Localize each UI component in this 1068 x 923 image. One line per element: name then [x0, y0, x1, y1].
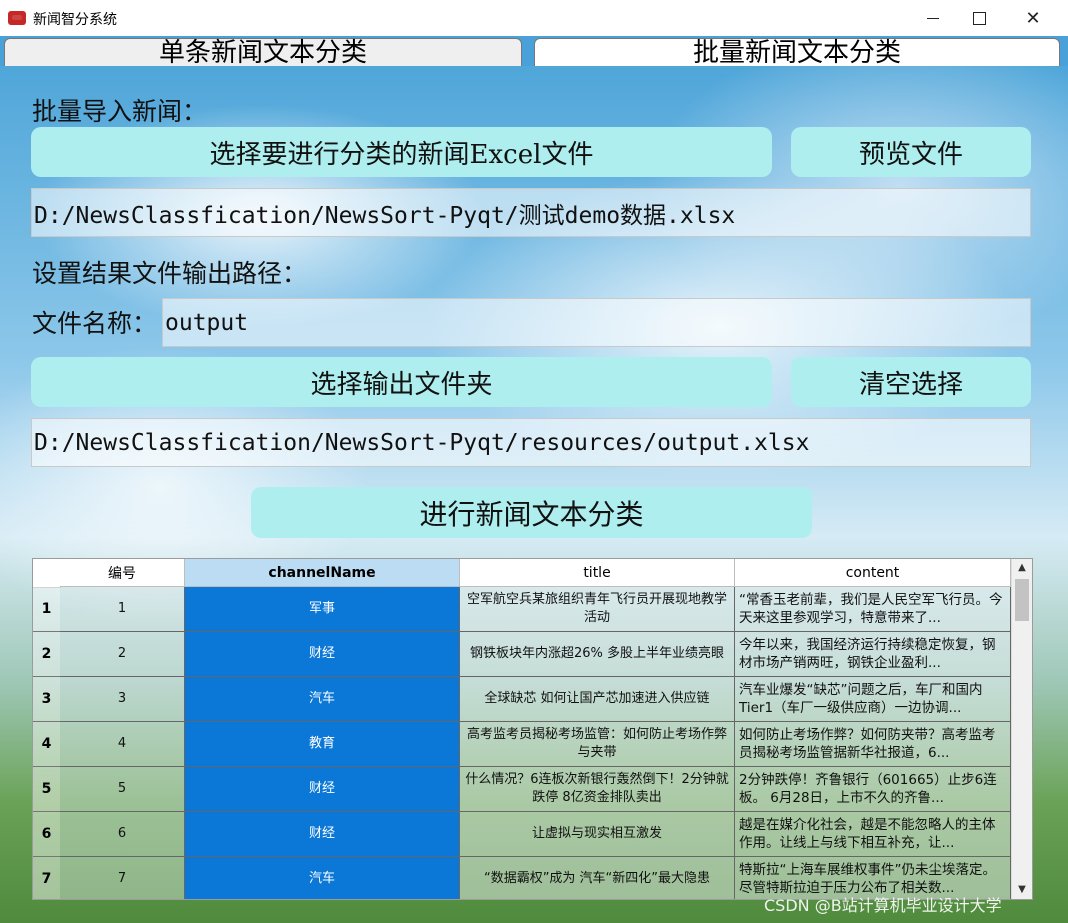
- cell-title[interactable]: 空军航空兵某旅组织青年飞行员开展现地教学活动: [460, 587, 735, 632]
- tab-single-classify[interactable]: 单条新闻文本分类: [4, 38, 522, 67]
- header-title[interactable]: title: [460, 559, 735, 587]
- cell-id[interactable]: 4: [60, 722, 185, 767]
- cell-content[interactable]: 今年以来，我国经济运行持续稳定恢复，钢材市场产销两旺，钢铁企业盈利...: [735, 632, 1011, 677]
- filename-label: 文件名称：: [32, 309, 158, 338]
- minimize-button[interactable]: [910, 0, 956, 36]
- cell-id[interactable]: 7: [60, 857, 185, 899]
- cell-content[interactable]: 越是在媒介化社会，越是不能忽略人的主体作用。让线上与线下相互补充，让...: [735, 812, 1011, 857]
- scroll-thumb[interactable]: [1015, 579, 1029, 621]
- header-id[interactable]: 编号: [60, 559, 185, 587]
- choose-output-folder-button[interactable]: 选择输出文件夹: [31, 357, 772, 407]
- cell-content[interactable]: 汽车业爆发“缺芯”问题之后，车厂和国内Tier1（车厂一级供应商）一边协调...: [735, 677, 1011, 722]
- window-title: 新闻智分系统: [33, 12, 117, 28]
- row-header[interactable]: 4: [33, 722, 60, 767]
- cell-title[interactable]: 全球缺芯 如何让国产芯加速进入供应链: [460, 677, 735, 722]
- row-header[interactable]: 1: [33, 587, 60, 632]
- filename-input[interactable]: output: [162, 298, 1031, 347]
- classify-news-button[interactable]: 进行新闻文本分类: [251, 487, 812, 538]
- maximize-icon: [972, 11, 986, 25]
- row-header[interactable]: 5: [33, 767, 60, 812]
- choose-file-button[interactable]: 选择要进行分类的新闻Excel文件: [31, 127, 772, 177]
- close-icon: ✕: [1025, 7, 1041, 29]
- cell-id[interactable]: 6: [60, 812, 185, 857]
- scroll-down-icon[interactable]: ▼: [1012, 881, 1032, 899]
- clear-selection-button[interactable]: 清空选择: [791, 357, 1031, 407]
- header-channel-name[interactable]: channelName: [185, 559, 460, 587]
- row-header[interactable]: 3: [33, 677, 60, 722]
- cell-content[interactable]: 2分钟跌停！齐鲁银行（601665）止步6连板。 6月28日，上市不久的齐鲁..…: [735, 767, 1011, 812]
- output-file-path-field[interactable]: D:/NewsClassfication/NewsSort-Pyqt/resou…: [31, 418, 1031, 467]
- title-bar: 新闻智分系统 ✕: [0, 0, 1068, 36]
- preview-file-button[interactable]: 预览文件: [791, 127, 1031, 177]
- cell-content-text: 如何防止考场作弊？如何防夹带？高考监考员揭秘考场监管据新华社报道，6...: [739, 727, 996, 761]
- cell-channel-name[interactable]: 汽车: [185, 857, 460, 899]
- cell-channel-name[interactable]: 财经: [185, 767, 460, 812]
- row-header[interactable]: 7: [33, 857, 60, 899]
- batch-classify-panel: 批量导入新闻： 选择要进行分类的新闻Excel文件 预览文件 D:/NewsCl…: [0, 66, 1068, 923]
- cell-title[interactable]: 让虚拟与现实相互激发: [460, 812, 735, 857]
- cell-content-text: 今年以来，我国经济运行持续稳定恢复，钢材市场产销两旺，钢铁企业盈利...: [739, 637, 996, 671]
- tab-bar: 单条新闻文本分类 批量新闻文本分类: [0, 36, 1068, 67]
- app-logo-icon: [8, 11, 26, 25]
- cell-content[interactable]: “常香玉老前辈，我们是人民空军飞行员。今天来这里参观学习，特意带来了...: [735, 587, 1011, 632]
- minimize-icon: [927, 17, 939, 19]
- cell-id[interactable]: 5: [60, 767, 185, 812]
- cell-content-text: 越是在媒介化社会，越是不能忽略人的主体作用。让线上与线下相互补充，让...: [739, 817, 996, 851]
- watermark-text: CSDN @B站计算机毕业设计大学: [764, 896, 1002, 915]
- results-table[interactable]: 编号 channelName title content 1 1 军事 空军航空兵某旅…: [32, 558, 1033, 900]
- row-header[interactable]: 6: [33, 812, 60, 857]
- header-content[interactable]: content: [735, 559, 1011, 587]
- cell-channel-name[interactable]: 教育: [185, 722, 460, 767]
- cell-title[interactable]: 什么情况？6连板次新银行轰然倒下！2分钟就跌停 8亿资金排队卖出: [460, 767, 735, 812]
- output-section-label: 设置结果文件输出路径：: [32, 259, 308, 288]
- tab-batch-classify[interactable]: 批量新闻文本分类: [534, 38, 1060, 67]
- cell-content-text: “常香玉老前辈，我们是人民空军飞行员。今天来这里参观学习，特意带来了...: [739, 592, 1003, 626]
- cell-id[interactable]: 1: [60, 587, 185, 632]
- cell-content[interactable]: 如何防止考场作弊？如何防夹带？高考监考员揭秘考场监管据新华社报道，6...: [735, 722, 1011, 767]
- row-header[interactable]: 2: [33, 632, 60, 677]
- cell-title[interactable]: 高考监考员揭秘考场监管：如何防止考场作弊与夹带: [460, 722, 735, 767]
- maximize-button[interactable]: [956, 0, 1002, 36]
- cell-content-text: 2分钟跌停！齐鲁银行（601665）止步6连板。 6月28日，上市不久的齐鲁..…: [739, 772, 997, 806]
- cell-title[interactable]: 钢铁板块年内涨超26% 多股上半年业绩亮眼: [460, 632, 735, 677]
- close-button[interactable]: ✕: [1010, 0, 1056, 36]
- input-file-path-field[interactable]: D:/NewsClassfication/NewsSort-Pyqt/测试dem…: [31, 188, 1031, 237]
- scroll-up-icon[interactable]: ▲: [1012, 559, 1032, 577]
- cell-id[interactable]: 2: [60, 632, 185, 677]
- cell-title[interactable]: “数据霸权”成为 汽车“新四化”最大隐患: [460, 857, 735, 899]
- cell-channel-name[interactable]: 汽车: [185, 677, 460, 722]
- import-label: 批量导入新闻：: [32, 97, 208, 126]
- cell-channel-name[interactable]: 军事: [185, 587, 460, 632]
- table-corner-button[interactable]: [33, 559, 61, 588]
- cell-content-text: 汽车业爆发“缺芯”问题之后，车厂和国内Tier1（车厂一级供应商）一边协调...: [739, 682, 983, 716]
- cell-id[interactable]: 3: [60, 677, 185, 722]
- cell-channel-name[interactable]: 财经: [185, 812, 460, 857]
- cell-channel-name[interactable]: 财经: [185, 632, 460, 677]
- vertical-scrollbar[interactable]: ▲ ▼: [1011, 559, 1032, 899]
